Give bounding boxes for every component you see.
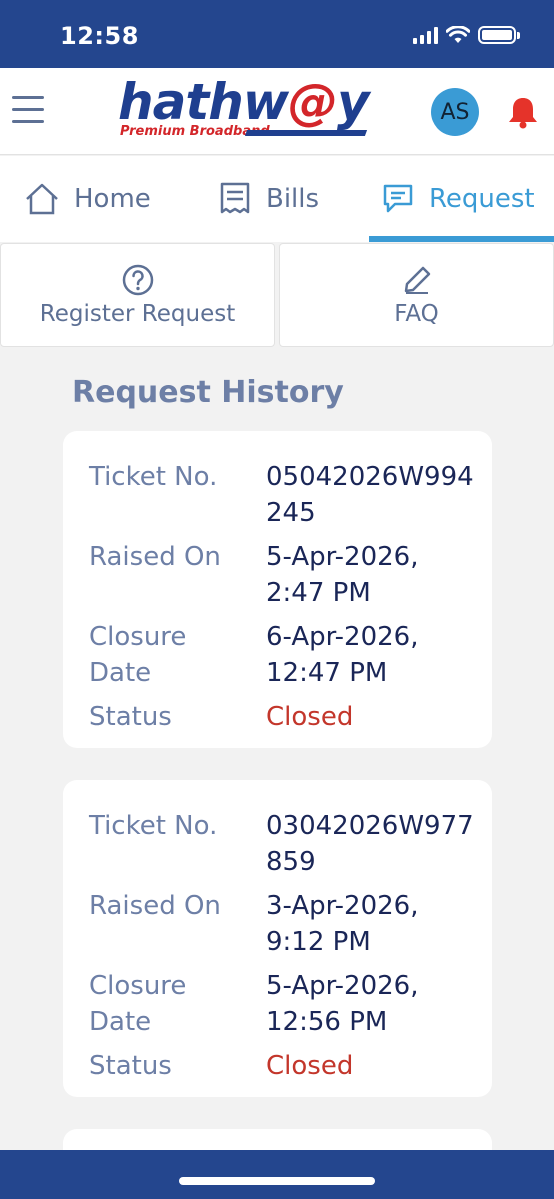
wifi-icon [446,26,470,43]
tab-request-label: Request [429,184,535,214]
pencil-icon [404,266,430,294]
ticket-value: 05042026W994245 [266,462,474,528]
status-label: Status [89,1051,172,1081]
request-card[interactable]: Ticket No. 03042026W977859 Raised On 3-A… [63,780,492,1097]
ticket-label: Ticket No. [89,811,218,841]
request-history-title: Request History [72,375,344,410]
active-tab-indicator [369,236,554,242]
app-header: hathw@y Premium Broadband AS [0,68,554,155]
logo-wordmark: hathw@y [118,73,370,131]
raised-value: 3-Apr-2026, 9:12 PM [266,891,419,957]
status-time: 12:58 [60,22,139,50]
tab-bills[interactable]: Bills [218,156,319,242]
tab-bar: Home Bills Request [0,156,554,242]
raised-value: 5-Apr-2026, 2:47 PM [266,542,419,608]
raised-row: Raised On 3-Apr-2026, 9:12 PM [89,888,492,960]
ticket-row: Ticket No. 05042026W994245 [89,459,492,531]
faq-button[interactable]: FAQ [279,243,554,347]
closure-value: 6-Apr-2026, 12:47 PM [266,622,419,688]
status-bar: 12:58 [0,0,554,68]
closure-row: Closure Date 5-Apr-2026, 12:56 PM [89,968,492,1040]
tab-home[interactable]: Home [24,156,151,242]
status-row: Status Closed [89,699,492,735]
status-value: Closed [266,1051,354,1081]
notification-bell-icon[interactable] [505,94,541,130]
battery-icon [478,26,520,44]
register-request-label: Register Request [39,301,236,327]
bill-icon [220,182,250,214]
closure-row: Closure Date 6-Apr-2026, 12:47 PM [89,619,492,691]
hathway-logo: hathw@y Premium Broadband [118,76,383,146]
ticket-value: 03042026W977859 [266,811,474,877]
status-value: Closed [266,702,354,732]
status-label: Status [89,702,172,732]
status-row: Status Closed [89,1048,492,1084]
raised-label: Raised On [89,891,221,921]
ticket-label: Ticket No. [89,462,218,492]
cellular-signal-icon [413,26,438,44]
tab-bills-label: Bills [266,184,320,214]
hamburger-menu-icon[interactable] [12,96,44,126]
closure-value: 5-Apr-2026, 12:56 PM [266,971,419,1037]
raised-row: Raised On 5-Apr-2026, 2:47 PM [89,539,492,611]
request-actions: Register Request FAQ [0,243,554,347]
chat-icon [383,184,413,213]
register-request-button[interactable]: Register Request [0,243,275,347]
tab-home-label: Home [74,184,151,214]
ticket-row: Ticket No. 03042026W977859 [89,808,492,880]
request-card[interactable]: Ticket No. 05042026W994245 Raised On 5-A… [63,431,492,748]
home-icon [26,183,58,215]
home-indicator[interactable] [179,1177,375,1185]
closure-label: Closure Date [89,971,187,1037]
logo-swoosh [244,130,368,136]
faq-label: FAQ [394,301,439,327]
bottom-bar [0,1150,554,1199]
tab-request[interactable]: Request [369,156,554,242]
question-circle-icon [122,264,153,296]
closure-label: Closure Date [89,622,187,688]
status-icons [413,26,520,44]
user-avatar[interactable]: AS [431,88,479,136]
raised-label: Raised On [89,542,221,572]
